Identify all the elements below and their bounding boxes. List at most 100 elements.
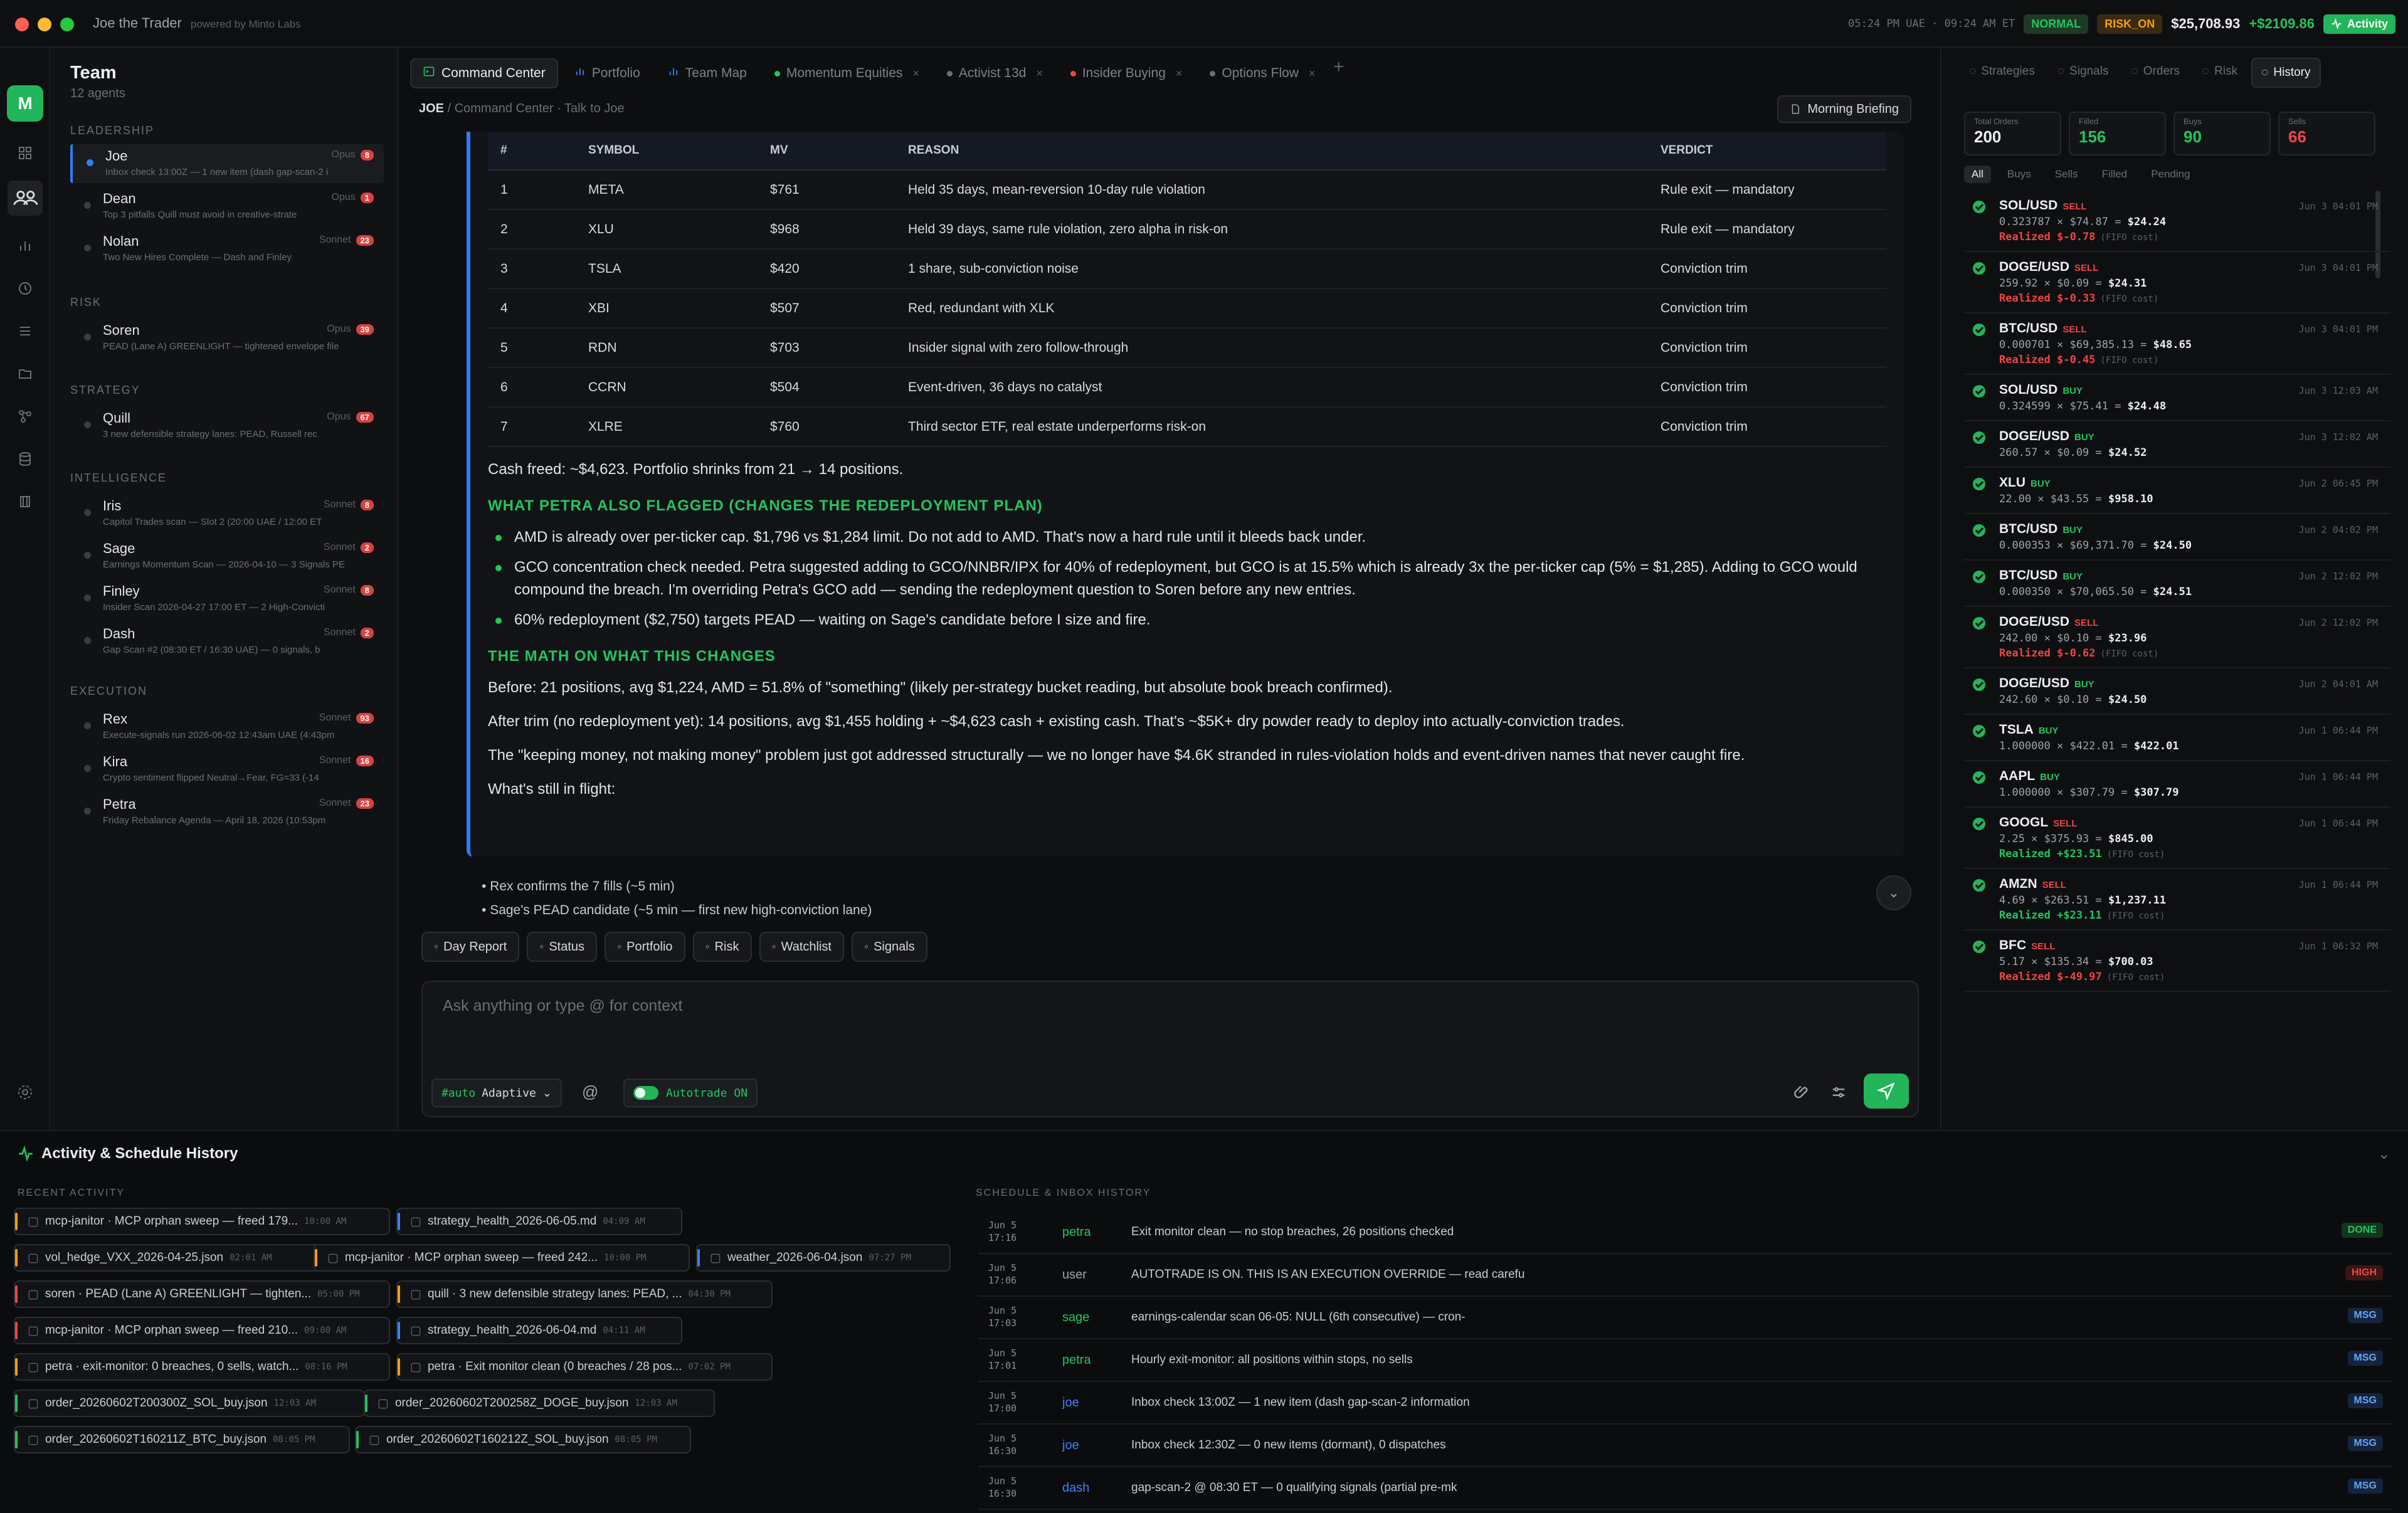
collapse-chevron-icon[interactable]: ⌄ [2378, 1145, 2390, 1163]
agent-item[interactable]: Rex Execute-signals run 2026-06-02 12:43a… [70, 707, 384, 746]
quick-action-watchlist[interactable]: ◦ Watchlist [759, 932, 844, 962]
agent-item[interactable]: Nolan Two New Hires Complete — Dash and F… [70, 229, 384, 268]
chat-input[interactable]: Ask anything or type @ for context [443, 997, 683, 1015]
tab-portfolio[interactable]: Portfolio [563, 60, 652, 87]
activity-chip[interactable]: ▢ petra · Exit monitor clean (0 breaches … [396, 1353, 773, 1381]
quick-action-portfolio[interactable]: ◦ Portfolio [605, 932, 685, 962]
schedule-row[interactable]: Jun 5 17:06 user AUTOTRADE IS ON. THIS IS A… [978, 1257, 2393, 1297]
history-item[interactable]: AAPL BUY Jun 1 06:44 PM 1.000000 × $307.79 … [1964, 761, 2390, 808]
tab-command-center[interactable]: Command Center [410, 58, 558, 88]
activity-chip[interactable]: ▢ order_20260602T160212Z_SOL_buy.json 08:0… [355, 1426, 691, 1453]
history-item[interactable]: BTC/USD BUY Jun 2 12:02 PM 0.000350 × $70,0… [1964, 561, 2390, 607]
morning-briefing-button[interactable]: Morning Briefing [1777, 95, 1911, 123]
schedule-row[interactable]: Jun 5 17:00 joe Inbox check 13:00Z — 1 new … [978, 1384, 2393, 1425]
history-item[interactable]: DOGE/USD SELL Jun 3 04:01 PM 259.92 × $0.09… [1964, 252, 2390, 314]
vault-icon[interactable] [15, 492, 35, 512]
right-tab-risk[interactable]: ◌ Risk [2194, 58, 2246, 85]
history-item[interactable]: DOGE/USD SELL Jun 2 12:02 PM 242.00 × $0.10… [1964, 607, 2390, 668]
tab-activist-13d[interactable]: Activist 13d × [936, 60, 1054, 87]
agent-item[interactable]: Sage Earnings Momentum Scan — 2026-04-10 … [70, 537, 384, 576]
minimize-window-button[interactable] [38, 18, 51, 31]
settings-gear-icon[interactable] [15, 1082, 35, 1102]
history-item[interactable]: TSLA BUY Jun 1 06:44 PM 1.000000 × $422.01 … [1964, 715, 2390, 761]
database-icon[interactable] [15, 449, 35, 469]
autotrade-toggle[interactable]: Autotrade ON [623, 1078, 758, 1107]
app-logo[interactable]: M [7, 85, 43, 122]
quick-action-day-report[interactable]: ◦ Day Report [421, 932, 520, 962]
right-tab-history[interactable]: ◌ History [2251, 58, 2321, 88]
activity-chip[interactable]: ▢ quill · 3 new defensible strategy lanes… [396, 1280, 773, 1308]
close-tab-icon[interactable]: × [1036, 67, 1043, 80]
filter-sells[interactable]: Sells [2047, 166, 2086, 183]
agent-item[interactable]: Petra Friday Rebalance Agenda — April 18,… [70, 793, 384, 831]
scroll-down-button[interactable]: ⌄ [1876, 875, 1911, 910]
activity-chip[interactable]: ▢ soren · PEAD (Lane A) GREENLIGHT — tigh… [14, 1280, 390, 1308]
clock-icon[interactable] [15, 278, 35, 298]
tab-team-map[interactable]: Team Map [657, 60, 758, 87]
agent-item[interactable]: Finley Insider Scan 2026-04-27 17:00 ET —… [70, 579, 384, 618]
tab-options-flow[interactable]: Options Flow × [1198, 60, 1326, 87]
maximize-window-button[interactable] [60, 18, 74, 31]
quick-action-signals[interactable]: ◦ Signals [851, 932, 927, 962]
quick-action-status[interactable]: ◦ Status [527, 932, 598, 962]
close-tab-icon[interactable]: × [912, 67, 919, 80]
activity-chip[interactable]: ▢ strategy_health_2026-06-05.md 04:09 AM [396, 1208, 682, 1235]
history-item[interactable]: AMZN SELL Jun 1 06:44 PM 4.69 × $263.51 = $… [1964, 869, 2390, 930]
agent-item[interactable]: Soren PEAD (Lane A) GREENLIGHT — tightene… [70, 319, 384, 357]
close-window-button[interactable] [15, 18, 29, 31]
filter-all[interactable]: All [1964, 166, 1991, 183]
activity-button[interactable]: Activity [2323, 14, 2395, 34]
breadcrumb-root[interactable]: JOE [419, 102, 444, 115]
history-item[interactable]: DOGE/USD BUY Jun 2 04:01 AM 242.60 × $0.10 … [1964, 668, 2390, 715]
activity-chip[interactable]: ▢ vol_hedge_VXX_2026-04-25.json 02:01 AM [14, 1244, 321, 1272]
agent-item[interactable]: Dean Top 3 pitfalls Quill must avoid in c… [70, 187, 384, 226]
history-item[interactable]: SOL/USD SELL Jun 3 04:01 PM 0.323787 × $74.… [1964, 191, 2390, 252]
agent-item[interactable]: Joe Inbox check 13:00Z — 1 new item (dash… [70, 144, 384, 183]
activity-chip[interactable]: ▢ order_20260602T200258Z_DOGE_buy.json 12:… [364, 1389, 715, 1417]
filter-buys[interactable]: Buys [2000, 166, 2039, 183]
activity-chip[interactable]: ▢ weather_2026-06-04.json 07:27 PM [696, 1244, 951, 1272]
team-icon[interactable] [8, 181, 43, 216]
activity-chip[interactable]: ▢ mcp-janitor · MCP orphan sweep — freed … [14, 1208, 390, 1235]
history-item[interactable]: XLU BUY Jun 2 06:45 PM 22.00 × $43.55 = $95… [1964, 468, 2390, 514]
list-icon[interactable] [15, 321, 35, 341]
history-item[interactable]: DOGE/USD BUY Jun 3 12:02 AM 260.57 × $0.09 … [1964, 421, 2390, 468]
activity-chip[interactable]: ▢ mcp-janitor · MCP orphan sweep — freed … [314, 1244, 690, 1272]
schedule-row[interactable]: Jun 5 16:30 dash gap-scan-2 @ 08:30 ET — 0 … [978, 1470, 2393, 1510]
close-tab-icon[interactable]: × [1176, 67, 1183, 80]
close-tab-icon[interactable]: × [1309, 67, 1316, 80]
mode-selector[interactable]: #auto Adaptive ⌄ [431, 1078, 562, 1107]
schedule-row[interactable]: Jun 5 17:03 sage earnings-calendar scan 06-… [978, 1299, 2393, 1339]
activity-chip[interactable]: ▢ order_20260602T200300Z_SOL_buy.json 12:0… [14, 1389, 365, 1417]
filter-filled[interactable]: Filled [2094, 166, 2135, 183]
sliders-icon[interactable] [1830, 1083, 1847, 1104]
right-tab-strategies[interactable]: ◌ Strategies [1960, 58, 2044, 85]
quick-action-risk[interactable]: ◦ Risk [692, 932, 752, 962]
agent-item[interactable]: Quill 3 new defensible strategy lanes: PE… [70, 406, 384, 445]
history-item[interactable]: BTC/USD BUY Jun 2 04:02 PM 0.000353 × $69,3… [1964, 514, 2390, 561]
history-item[interactable]: BTC/USD SELL Jun 3 04:01 PM 0.000701 × $69,… [1964, 314, 2390, 375]
tab-insider-buying[interactable]: Insider Buying × [1059, 60, 1194, 87]
chart-icon[interactable] [15, 236, 35, 256]
history-item[interactable]: BFC SELL Jun 1 06:32 PM 5.17 × $135.34 = $7… [1964, 930, 2390, 992]
toggle-switch[interactable] [633, 1086, 658, 1100]
right-tab-orders[interactable]: ◌ Orders [2122, 58, 2188, 85]
new-tab-button[interactable]: + [1333, 56, 1344, 78]
dashboard-icon[interactable] [15, 143, 35, 163]
right-tab-signals[interactable]: ◌ Signals [2049, 58, 2118, 85]
filter-pending[interactable]: Pending [2143, 166, 2197, 183]
folder-icon[interactable] [15, 364, 35, 384]
tab-momentum-equities[interactable]: Momentum Equities × [763, 60, 931, 87]
mention-button[interactable]: @ [582, 1082, 598, 1102]
attach-icon[interactable] [1793, 1083, 1811, 1104]
activity-chip[interactable]: ▢ order_20260602T160211Z_BTC_buy.json 08:0… [14, 1426, 350, 1453]
schedule-row[interactable]: Jun 5 17:16 petra Exit monitor clean — no s… [978, 1214, 2393, 1254]
send-button[interactable] [1864, 1073, 1909, 1109]
history-item[interactable]: GOOGL SELL Jun 1 06:44 PM 2.25 × $375.93 = … [1964, 808, 2390, 869]
agent-item[interactable]: Iris Capitol Trades scan — Slot 2 (20:00 … [70, 494, 384, 533]
schedule-row[interactable]: Jun 5 16:30 joe Inbox check 12:30Z — 0 new … [978, 1427, 2393, 1467]
schedule-row[interactable]: Jun 5 17:01 petra Hourly exit-monitor: all … [978, 1342, 2393, 1382]
activity-chip[interactable]: ▢ petra · exit-monitor: 0 breaches, 0 sel… [14, 1353, 390, 1381]
activity-chip[interactable]: ▢ strategy_health_2026-06-04.md 04:11 AM [396, 1317, 682, 1344]
agent-item[interactable]: Dash Gap Scan #2 (08:30 ET / 16:30 UAE) —… [70, 622, 384, 661]
